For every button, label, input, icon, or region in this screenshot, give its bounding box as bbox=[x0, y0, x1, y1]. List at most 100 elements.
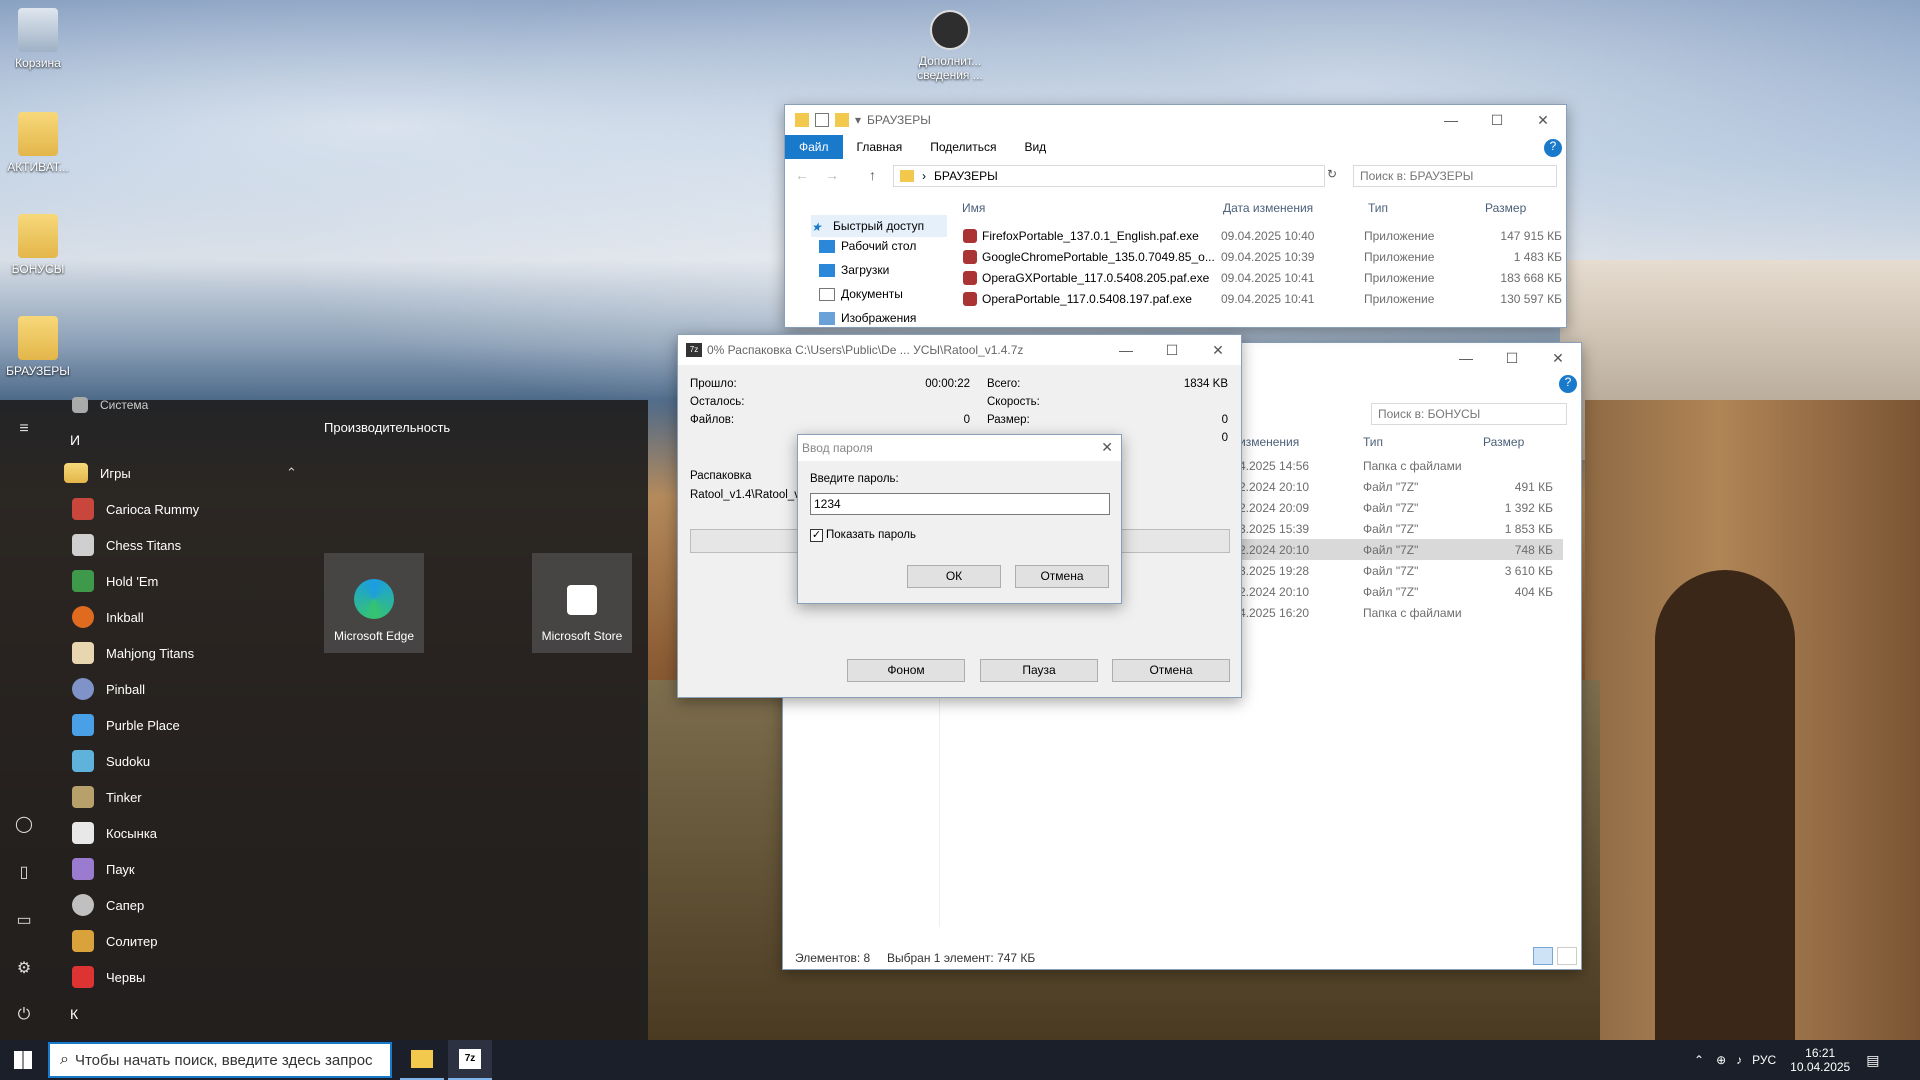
tile-store[interactable]: Microsoft Store bbox=[532, 553, 632, 653]
nav-pictures[interactable]: Изображения bbox=[819, 311, 916, 325]
desktop-icon-activator[interactable]: АКТИВАТ... bbox=[0, 112, 76, 174]
app-carioca-rummy[interactable]: Carioca Rummy bbox=[48, 491, 308, 527]
table-row-selected[interactable]: 2.2024 20:10 Файл "7Z" 748 КБ bbox=[1223, 539, 1563, 560]
minimize-icon[interactable]: — bbox=[1443, 343, 1489, 373]
tab-view[interactable]: Вид bbox=[1010, 140, 1060, 154]
up-icon[interactable]: ↑ bbox=[869, 167, 876, 183]
app-chess-titans[interactable]: Chess Titans bbox=[48, 527, 308, 563]
app-system[interactable]: Система bbox=[48, 392, 308, 418]
tiles-view-icon[interactable] bbox=[1557, 947, 1577, 965]
help-icon[interactable]: ? bbox=[1544, 139, 1562, 157]
column-date[interactable]: Дата изменения bbox=[1223, 201, 1313, 215]
app-solitaire[interactable]: Солитер bbox=[48, 923, 308, 959]
network-icon[interactable]: ⊕ bbox=[1716, 1053, 1726, 1067]
app-mahjong-titans[interactable]: Mahjong Titans bbox=[48, 635, 308, 671]
tab-home[interactable]: Главная bbox=[843, 140, 917, 154]
close-icon[interactable]: ✕ bbox=[1535, 343, 1581, 373]
tab-file[interactable]: Файл bbox=[785, 135, 843, 159]
back-icon[interactable]: ← bbox=[795, 167, 809, 183]
table-row[interactable]: 3.2025 15:39 Файл "7Z" 1 853 КБ bbox=[1239, 518, 1563, 539]
nav-quick-access[interactable]: ★ Быстрый доступ bbox=[811, 215, 947, 237]
table-row[interactable]: OperaGXPortable_117.0.5408.205.paf.exe 09… bbox=[963, 267, 1563, 288]
close-icon[interactable]: ✕ bbox=[1195, 335, 1241, 365]
app-sudoku[interactable]: Sudoku bbox=[48, 743, 308, 779]
nav-documents[interactable]: Документы bbox=[819, 287, 903, 301]
search-input[interactable]: Поиск в: БОНУСЫ bbox=[1371, 403, 1567, 425]
cancel-button[interactable]: Отмена bbox=[1015, 565, 1109, 588]
column-type[interactable]: Тип bbox=[1363, 435, 1383, 449]
maximize-icon[interactable]: ☐ bbox=[1474, 105, 1520, 135]
show-password-checkbox[interactable]: ✓ bbox=[810, 529, 823, 542]
background-button[interactable]: Фоном bbox=[847, 659, 965, 682]
properties-icon[interactable] bbox=[815, 113, 829, 127]
help-icon[interactable]: ? bbox=[1559, 375, 1577, 393]
app-spider[interactable]: Паук bbox=[48, 851, 308, 887]
tile-edge[interactable]: Microsoft Edge bbox=[324, 553, 424, 653]
table-row[interactable]: 2.2024 20:10 Файл "7Z" 491 КБ bbox=[1239, 476, 1563, 497]
chevron-down-icon[interactable]: ▾ bbox=[855, 113, 861, 127]
chevron-up-icon[interactable]: ⌃ bbox=[1694, 1053, 1704, 1067]
tab-share[interactable]: Поделиться bbox=[916, 140, 1010, 154]
power-icon[interactable]: ⏻ bbox=[14, 1006, 34, 1026]
desktop-icon-bonus[interactable]: БОНУСЫ bbox=[0, 214, 76, 276]
column-date[interactable]: изменения bbox=[1239, 435, 1299, 449]
new-folder-icon[interactable] bbox=[835, 113, 849, 127]
letter-header-k[interactable]: К bbox=[70, 1006, 78, 1022]
minimize-icon[interactable]: — bbox=[1103, 335, 1149, 365]
address-bar[interactable]: › БРАУЗЕРЫ bbox=[893, 165, 1325, 187]
taskbar-search[interactable]: ⌕ Чтобы начать поиск, введите здесь запр… bbox=[48, 1042, 392, 1078]
table-row[interactable]: FirefoxPortable_137.0.1_English.paf.exe 0… bbox=[963, 225, 1563, 246]
desktop-icon-recycle-bin[interactable]: Корзина bbox=[0, 8, 76, 70]
app-purble-place[interactable]: Purble Place bbox=[48, 707, 308, 743]
taskbar-explorer[interactable] bbox=[400, 1040, 444, 1080]
group-games[interactable]: Игры ⌃ bbox=[48, 455, 308, 491]
table-row[interactable]: 4.2025 14:56 Папка с файлами bbox=[1239, 455, 1563, 476]
documents-icon[interactable]: ▯ bbox=[14, 862, 34, 882]
ok-button[interactable]: ОК bbox=[907, 565, 1001, 588]
close-icon[interactable]: ✕ bbox=[1101, 439, 1113, 456]
hamburger-icon[interactable]: ≡ bbox=[14, 420, 34, 440]
app-pinball[interactable]: Pinball bbox=[48, 671, 308, 707]
app-hold-em[interactable]: Hold 'Em bbox=[48, 563, 308, 599]
app-solitaire-kosynka[interactable]: Косынка bbox=[48, 815, 308, 851]
letter-header-i[interactable]: И bbox=[70, 432, 80, 448]
app-minesweeper[interactable]: Сапер bbox=[48, 887, 308, 923]
notifications-icon[interactable]: ▤ bbox=[1866, 1052, 1879, 1069]
app-tinker[interactable]: Tinker bbox=[48, 779, 308, 815]
column-size[interactable]: Размер bbox=[1485, 201, 1526, 215]
table-row[interactable]: 2.2024 20:09 Файл "7Z" 1 392 КБ bbox=[1239, 497, 1563, 518]
search-input[interactable]: Поиск в: БРАУЗЕРЫ bbox=[1353, 165, 1557, 187]
pause-button[interactable]: Пауза bbox=[980, 659, 1098, 682]
nav-desktop[interactable]: Рабочий стол bbox=[819, 239, 916, 253]
user-icon[interactable]: ◯ bbox=[14, 814, 34, 834]
taskbar-7zip[interactable]: 7z bbox=[448, 1040, 492, 1080]
table-row[interactable]: GoogleChromePortable_135.0.7049.85_o... 0… bbox=[963, 246, 1563, 267]
desktop-icon-browsers[interactable]: БРАУЗЕРЫ bbox=[0, 316, 76, 378]
desktop-icon-extra-info[interactable]: Дополнит... сведения ... bbox=[912, 10, 988, 82]
app-inkball[interactable]: Inkball bbox=[48, 599, 308, 635]
maximize-icon[interactable]: ☐ bbox=[1489, 343, 1535, 373]
table-row[interactable]: 3.2025 19:28 Файл "7Z" 3 610 КБ bbox=[1239, 560, 1563, 581]
volume-icon[interactable]: ♪ bbox=[1736, 1053, 1742, 1067]
refresh-icon[interactable]: ↻ bbox=[1327, 167, 1337, 181]
minimize-icon[interactable]: — bbox=[1428, 105, 1474, 135]
details-view-icon[interactable] bbox=[1533, 947, 1553, 965]
close-icon[interactable]: ✕ bbox=[1520, 105, 1566, 135]
app-hearts[interactable]: Червы bbox=[48, 959, 308, 995]
table-row[interactable]: OperaPortable_117.0.5408.197.paf.exe 09.0… bbox=[963, 288, 1563, 309]
table-row[interactable]: 2.2024 20:10 Файл "7Z" 404 КБ bbox=[1239, 581, 1563, 602]
maximize-icon[interactable]: ☐ bbox=[1149, 335, 1195, 365]
settings-icon[interactable]: ⚙ bbox=[14, 958, 34, 978]
table-row[interactable]: 4.2025 16:20 Папка с файлами bbox=[1239, 602, 1563, 623]
pictures-icon[interactable]: ▭ bbox=[14, 910, 34, 930]
column-size[interactable]: Размер bbox=[1483, 435, 1524, 449]
column-name[interactable]: Имя bbox=[962, 201, 985, 215]
windows-start-icon[interactable] bbox=[14, 1051, 32, 1069]
forward-icon[interactable]: → bbox=[825, 167, 839, 183]
password-input[interactable]: 1234 bbox=[810, 493, 1110, 515]
clock[interactable]: 16:21 10.04.2025 bbox=[1790, 1046, 1850, 1074]
column-type[interactable]: Тип bbox=[1368, 201, 1388, 215]
language-indicator[interactable]: РУС bbox=[1752, 1053, 1776, 1067]
cancel-button[interactable]: Отмена bbox=[1112, 659, 1230, 682]
nav-downloads[interactable]: Загрузки bbox=[819, 263, 889, 277]
